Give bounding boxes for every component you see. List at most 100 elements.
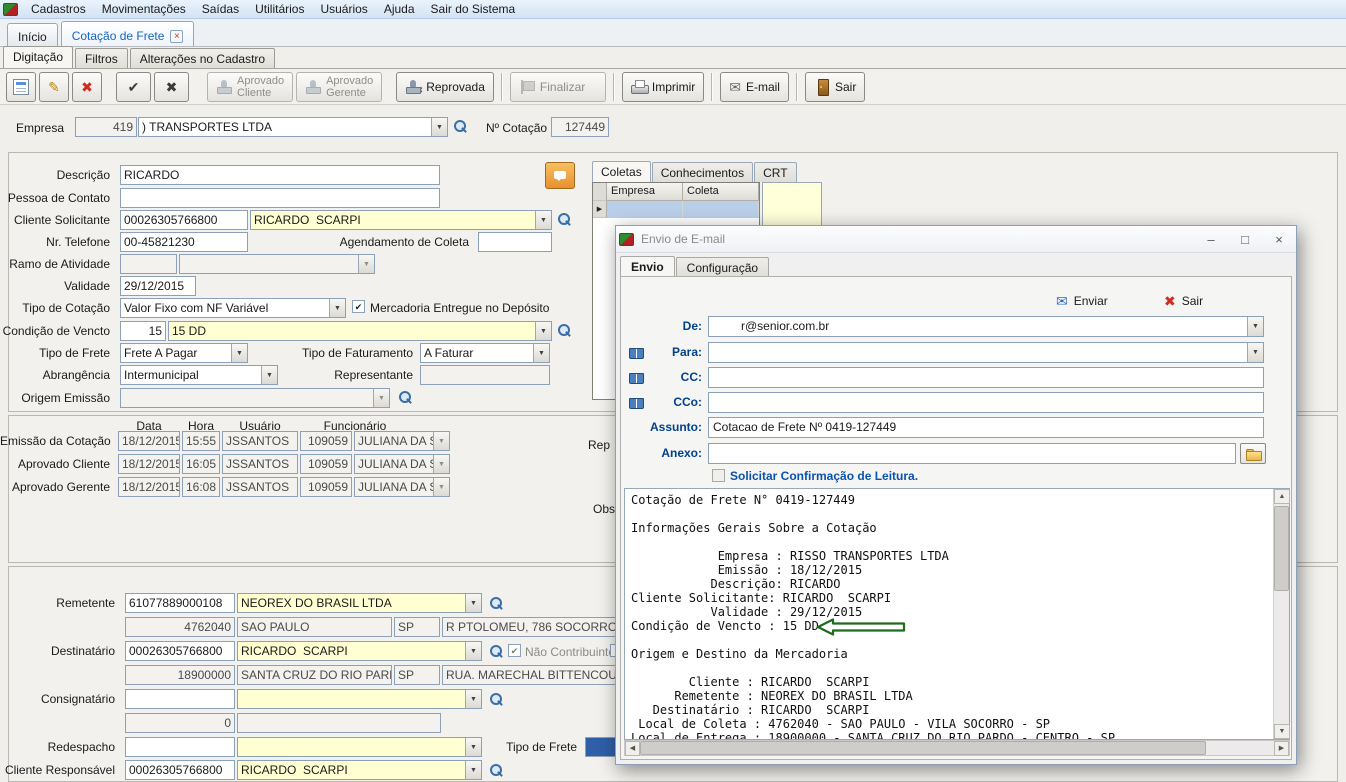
confirm-button[interactable]: ✔ (116, 72, 151, 102)
cc-field[interactable] (708, 367, 1264, 388)
anexo-field[interactable] (708, 443, 1236, 464)
condicao-vencto-code-field[interactable]: 15 (120, 321, 166, 341)
destinatario-search-icon[interactable] (489, 644, 504, 659)
finalizar-button[interactable]: Finalizar (510, 72, 606, 102)
agendamento-field[interactable] (478, 232, 552, 252)
empresa-name-combo[interactable]: ) TRANSPORTES LTDA ▼ (138, 117, 448, 137)
tab-close-icon[interactable]: × (170, 30, 183, 43)
aprovado-cliente-usuario-field[interactable]: JSSANTOS (222, 454, 298, 474)
tab-configuracao[interactable]: Configuração (676, 257, 769, 277)
chevron-down-icon[interactable]: ▼ (433, 455, 449, 473)
chevron-down-icon[interactable]: ▼ (465, 761, 481, 779)
emissao-func-code-field[interactable]: 109059 (300, 431, 352, 451)
menu-cadastros[interactable]: Cadastros (23, 0, 94, 18)
confirmacao-leitura-checkbox[interactable] (712, 469, 725, 482)
scroll-down-icon[interactable]: ▼ (1274, 724, 1290, 739)
menu-usuarios[interactable]: Usuários (312, 0, 375, 18)
menu-saidas[interactable]: Saídas (194, 0, 247, 18)
aprovado-gerente-func-code-field[interactable]: 109059 (300, 477, 352, 497)
nr-telefone-field[interactable]: 00-45821230 (120, 232, 248, 252)
close-icon[interactable]: × (1262, 226, 1296, 252)
origem-emissao-combo[interactable]: ▼ (120, 388, 390, 408)
imprimir-button[interactable]: Imprimir (622, 72, 704, 102)
tipo-faturamento-combo[interactable]: A Faturar ▼ (420, 343, 550, 363)
chevron-down-icon[interactable]: ▼ (535, 211, 551, 229)
chevron-down-icon[interactable]: ▼ (465, 642, 481, 660)
mercadoria-deposito-checkbox[interactable]: ✔ (352, 300, 365, 313)
abrangencia-combo[interactable]: Intermunicipal ▼ (120, 365, 278, 385)
scrollbar-thumb[interactable] (640, 741, 1206, 755)
chevron-down-icon[interactable]: ▼ (1247, 317, 1263, 336)
subtab-filtros[interactable]: Filtros (75, 48, 128, 68)
chevron-down-icon[interactable]: ▼ (533, 344, 549, 362)
emissao-usuario-field[interactable]: JSSANTOS (222, 431, 298, 451)
scroll-right-icon[interactable]: ▶ (1274, 741, 1289, 756)
emissao-func-combo[interactable]: JULIANA DA SILVA S ▼ (354, 431, 450, 451)
chevron-down-icon[interactable]: ▼ (465, 690, 481, 708)
chevron-down-icon[interactable]: ▼ (358, 255, 374, 273)
emissao-data-field[interactable]: 18/12/2015 (118, 431, 180, 451)
cliente-solicitante-combo[interactable]: RICARDO SCARPI ▼ (250, 210, 552, 230)
nao-contribuinte-checkbox[interactable]: ✔ (508, 644, 521, 657)
aprovado-cliente-func-combo[interactable]: JULIANA DA SILVA S ▼ (354, 454, 450, 474)
tab-crt[interactable]: CRT (754, 162, 796, 182)
chevron-down-icon[interactable]: ▼ (261, 366, 277, 384)
representante-field[interactable] (420, 365, 550, 385)
tab-cotacao-de-frete[interactable]: Cotação de Frete × (61, 21, 195, 46)
aprovado-cliente-hora-field[interactable]: 16:05 (182, 454, 220, 474)
destinatario-combo[interactable]: RICARDO SCARPI ▼ (237, 641, 482, 661)
chevron-down-icon[interactable]: ▼ (1247, 343, 1263, 362)
destinatario-cep-field[interactable]: 18900000 (125, 665, 235, 685)
cliente-solicitante-code-field[interactable]: 00026305766800 (120, 210, 248, 230)
destinatario-uf-field[interactable]: SP (394, 665, 440, 685)
chevron-down-icon[interactable]: ▼ (329, 299, 345, 317)
redespacho-combo[interactable]: ▼ (237, 737, 482, 757)
subtab-digitacao[interactable]: Digitação (3, 46, 73, 68)
attach-file-button[interactable] (1240, 443, 1266, 464)
remetente-uf-field[interactable]: SP (394, 617, 440, 637)
menu-ajuda[interactable]: Ajuda (376, 0, 423, 18)
horizontal-scrollbar[interactable]: ◀ ▶ (624, 740, 1290, 756)
grid-cell[interactable] (607, 201, 683, 218)
validade-field[interactable]: 29/12/2015 (120, 276, 196, 296)
cliente-responsavel-code-field[interactable]: 00026305766800 (125, 760, 235, 780)
condicao-vencto-search-icon[interactable] (557, 323, 572, 338)
empresa-code-field[interactable]: 419 (75, 117, 137, 137)
reprovada-button[interactable]: ✖ Reprovada (396, 72, 494, 102)
remetente-cidade-field[interactable]: SAO PAULO (237, 617, 392, 637)
pessoa-contato-field[interactable] (120, 188, 440, 208)
chevron-down-icon[interactable]: ▼ (535, 322, 551, 340)
scrollbar-thumb[interactable] (1274, 506, 1289, 591)
dialog-title-bar[interactable]: Envio de E-mail – □ × (616, 226, 1296, 253)
menu-movimentacoes[interactable]: Movimentações (94, 0, 194, 18)
aprovado-gerente-usuario-field[interactable]: JSSANTOS (222, 477, 298, 497)
col-header-empresa[interactable]: Empresa (607, 183, 683, 201)
enviar-button[interactable]: ✉ Enviar (1056, 290, 1108, 312)
chevron-down-icon[interactable]: ▼ (373, 389, 389, 407)
minimize-icon[interactable]: – (1194, 226, 1228, 252)
sair-button[interactable]: Sair (805, 72, 865, 102)
dialog-sair-button[interactable]: ✖ Sair (1164, 290, 1203, 312)
assunto-field[interactable]: Cotacao de Frete Nº 0419-127449 (708, 417, 1264, 438)
chevron-down-icon[interactable]: ▼ (433, 478, 449, 496)
condicao-vencto-combo[interactable]: 15 DD ▼ (168, 321, 552, 341)
consignatario-combo[interactable]: ▼ (237, 689, 482, 709)
tab-coletas[interactable]: Coletas (592, 161, 651, 182)
aprovado-cliente-button[interactable]: AprovadoCliente (207, 72, 293, 102)
ramo-code-field[interactable] (120, 254, 177, 274)
cliente-responsavel-combo[interactable]: RICARDO SCARPI ▼ (237, 760, 482, 780)
remetente-code-field[interactable]: 61077889000108 (125, 593, 235, 613)
email-button[interactable]: ✉ E-mail (720, 72, 789, 102)
vertical-scrollbar[interactable]: ▲ ▼ (1273, 489, 1289, 739)
chevron-down-icon[interactable]: ▼ (433, 432, 449, 450)
tab-inicio[interactable]: Início (7, 23, 58, 46)
cotacao-numero-field[interactable]: 127449 (551, 117, 609, 137)
email-body-area[interactable]: Cotação de Frete N° 0419-127449 Informaç… (624, 488, 1290, 740)
remetente-search-icon[interactable] (489, 596, 504, 611)
aprovado-gerente-button[interactable]: AprovadoGerente (296, 72, 382, 102)
new-record-button[interactable] (6, 72, 36, 102)
menu-utilitarios[interactable]: Utilitários (247, 0, 312, 18)
remetente-combo[interactable]: NEOREX DO BRASIL LTDA ▼ (237, 593, 482, 613)
consignatario-search-icon[interactable] (489, 692, 504, 707)
aprovado-gerente-hora-field[interactable]: 16:08 (182, 477, 220, 497)
